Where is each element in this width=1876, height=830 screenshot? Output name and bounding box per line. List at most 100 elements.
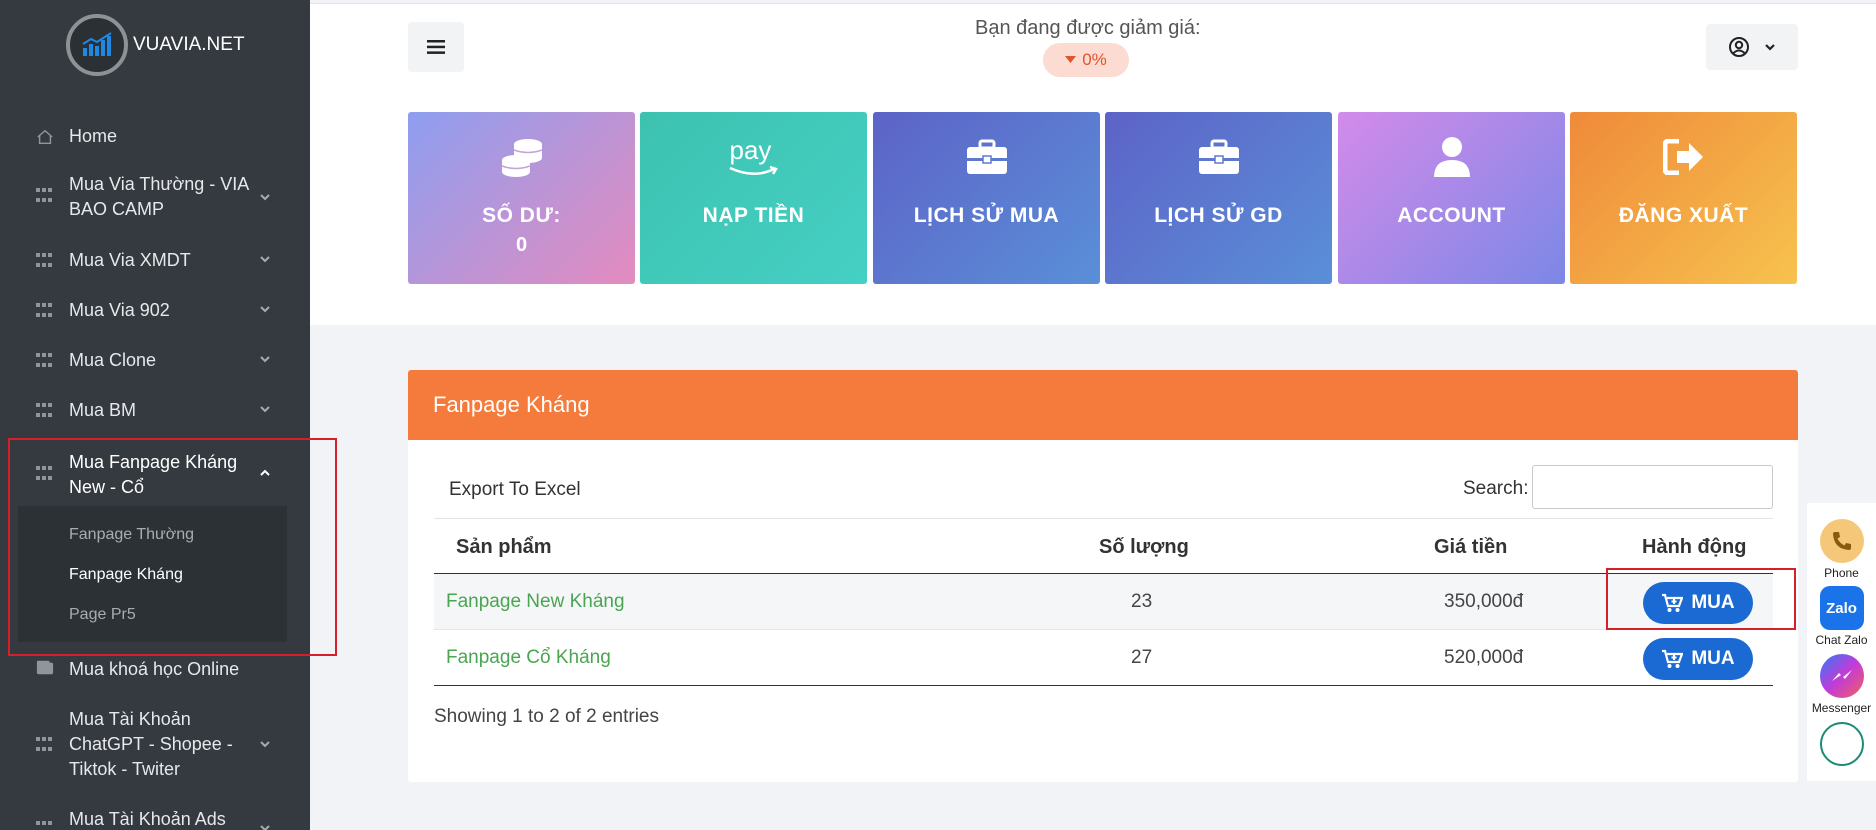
menu-toggle-button[interactable]	[408, 22, 464, 72]
product-panel: Fanpage Kháng Export To Excel Search: Sả…	[408, 370, 1798, 782]
product-table: Sản phẩm Số lượng Giá tiền Hành động Fan…	[434, 518, 1773, 686]
buy-button-label: MUA	[1691, 648, 1735, 669]
buy-button[interactable]: MUA	[1643, 638, 1753, 680]
cart-plus-icon	[1662, 649, 1684, 668]
search-label: Search:	[1463, 478, 1529, 499]
grid-icon	[36, 353, 54, 371]
sidebar-item-via-902[interactable]: Mua Via 902	[0, 298, 310, 323]
briefcase-icon	[1105, 134, 1332, 180]
chevron-down-icon	[260, 256, 270, 263]
sign-out-icon	[1570, 134, 1797, 180]
sidebar-item-label: Mua Clone	[69, 350, 157, 370]
product-name-link[interactable]: Fanpage Cổ Kháng	[446, 630, 611, 686]
search-input[interactable]	[1532, 465, 1773, 509]
grid-icon	[36, 737, 54, 755]
grid-icon	[36, 188, 54, 206]
messenger-icon	[1819, 654, 1864, 698]
sidebar-item-via-xmdt[interactable]: Mua Via XMDT	[0, 248, 310, 273]
table-header: Sản phẩm Số lượng Giá tiền Hành động	[434, 518, 1773, 574]
product-name-link[interactable]: Fanpage New Kháng	[446, 574, 625, 630]
chevron-down-icon	[260, 741, 270, 748]
table-row: Fanpage New Kháng 23 350,000đ MUA	[434, 574, 1773, 630]
sidebar: VUAVIA.NET Home Mua Via Thường - VIA BAO…	[0, 0, 310, 830]
card-title: NẠP TIỀN	[702, 204, 805, 227]
sidebar-item-chatgpt[interactable]: Mua Tài Khoản ChatGPT - Shopee - Tiktok …	[0, 707, 310, 782]
brand-name: VUAVIA.NET	[133, 34, 245, 55]
phone-icon	[1819, 519, 1864, 563]
user-icon	[1338, 134, 1565, 180]
column-header-action[interactable]: Hành động	[1642, 519, 1746, 575]
grid-icon	[36, 403, 54, 421]
wallet-icon	[36, 660, 54, 675]
card-balance[interactable]: SỐ DƯ: 0	[408, 112, 635, 284]
contact-more[interactable]	[1807, 722, 1876, 766]
product-price: 520,000đ	[1444, 647, 1524, 668]
grid-icon	[36, 303, 54, 321]
card-title: ACCOUNT	[1397, 204, 1506, 227]
grid-icon	[36, 253, 54, 271]
table-info: Showing 1 to 2 of 2 entries	[434, 706, 659, 727]
export-excel-button[interactable]: Export To Excel	[449, 479, 581, 501]
sidebar-item-label: Mua Via XMDT	[69, 250, 191, 270]
sidebar-item-clone[interactable]: Mua Clone	[0, 348, 310, 373]
card-logout[interactable]: ĐĂNG XUẤT	[1570, 112, 1797, 284]
sidebar-item-label: Home	[69, 126, 118, 146]
briefcase-icon	[873, 134, 1100, 180]
user-circle-icon	[1729, 37, 1749, 57]
sidebar-item-label: Mua Tài Khoản ChatGPT - Shopee - Tiktok …	[69, 709, 233, 779]
sidebar-item-ads[interactable]: Mua Tài Khoản Ads	[0, 807, 310, 830]
discount-label: Bạn đang được giảm giá:	[975, 17, 1201, 39]
brand[interactable]: VUAVIA.NET	[66, 14, 245, 76]
panel-title: Fanpage Kháng	[408, 370, 1798, 440]
sidebar-item-khoa-hoc[interactable]: Mua khoá học Online	[0, 657, 310, 682]
highlight-box-sidebar	[8, 438, 337, 656]
column-header-quantity[interactable]: Số lượng	[1099, 519, 1189, 575]
chevron-down-icon	[260, 406, 270, 413]
sidebar-item-home[interactable]: Home	[0, 124, 310, 149]
discount-badge: 0%	[1043, 43, 1129, 77]
card-transaction-history[interactable]: LỊCH SỬ GD	[1105, 112, 1332, 284]
card-title: LỊCH SỬ MUA	[913, 204, 1060, 227]
home-icon	[37, 129, 53, 144]
caret-down-icon	[1065, 56, 1077, 63]
card-title: LỊCH SỬ GD	[1154, 204, 1283, 227]
card-value: 0	[515, 234, 528, 256]
sidebar-item-bm[interactable]: Mua BM	[0, 398, 310, 423]
top-bar: Bạn đang được giảm giá: 0%	[310, 3, 1876, 87]
sidebar-item-via-thuong[interactable]: Mua Via Thường - VIA BAO CAMP	[0, 172, 310, 222]
contact-label: Messenger	[1811, 701, 1872, 715]
sidebar-item-label: Mua Via 902	[69, 300, 170, 320]
chevron-down-icon	[1765, 44, 1775, 51]
contact-zalo[interactable]: Zalo Chat Zalo	[1807, 586, 1876, 647]
card-title: ĐĂNG XUẤT	[1618, 204, 1749, 227]
brand-logo-icon	[66, 14, 128, 76]
sidebar-item-label: Mua Via Thường - VIA BAO CAMP	[69, 174, 249, 219]
coins-icon	[408, 134, 635, 180]
card-deposit[interactable]: pay NẠP TIỀN	[640, 112, 867, 284]
product-price: 350,000đ	[1444, 591, 1524, 612]
contact-widget: Phone Zalo Chat Zalo Messenger	[1807, 503, 1876, 781]
circle-icon	[1819, 722, 1864, 766]
column-header-product[interactable]: Sản phẩm	[456, 519, 552, 575]
card-purchase-history[interactable]: LỊCH SỬ MUA	[873, 112, 1100, 284]
table-row: Fanpage Cổ Kháng 27 520,000đ MUA	[434, 630, 1773, 686]
grid-icon	[36, 821, 54, 830]
sidebar-item-label: Mua BM	[69, 400, 137, 420]
contact-label: Chat Zalo	[1815, 633, 1868, 647]
discount-value: 0%	[1082, 50, 1107, 69]
chevron-down-icon	[260, 356, 270, 363]
chevron-down-icon	[260, 194, 270, 201]
highlight-box-buy	[1606, 568, 1796, 630]
zalo-icon-text: Zalo	[1826, 599, 1857, 617]
product-quantity: 27	[1131, 647, 1153, 668]
pay-icon: pay	[640, 134, 867, 180]
hamburger-icon	[427, 40, 445, 54]
contact-phone[interactable]: Phone	[1807, 519, 1876, 580]
column-header-price[interactable]: Giá tiền	[1434, 519, 1507, 575]
user-menu-button[interactable]	[1706, 24, 1798, 70]
chevron-down-icon	[260, 306, 270, 313]
card-account[interactable]: ACCOUNT	[1338, 112, 1565, 284]
card-title: SỐ DƯ:	[482, 204, 561, 227]
contact-messenger[interactable]: Messenger	[1807, 654, 1876, 715]
product-quantity: 23	[1131, 591, 1153, 612]
